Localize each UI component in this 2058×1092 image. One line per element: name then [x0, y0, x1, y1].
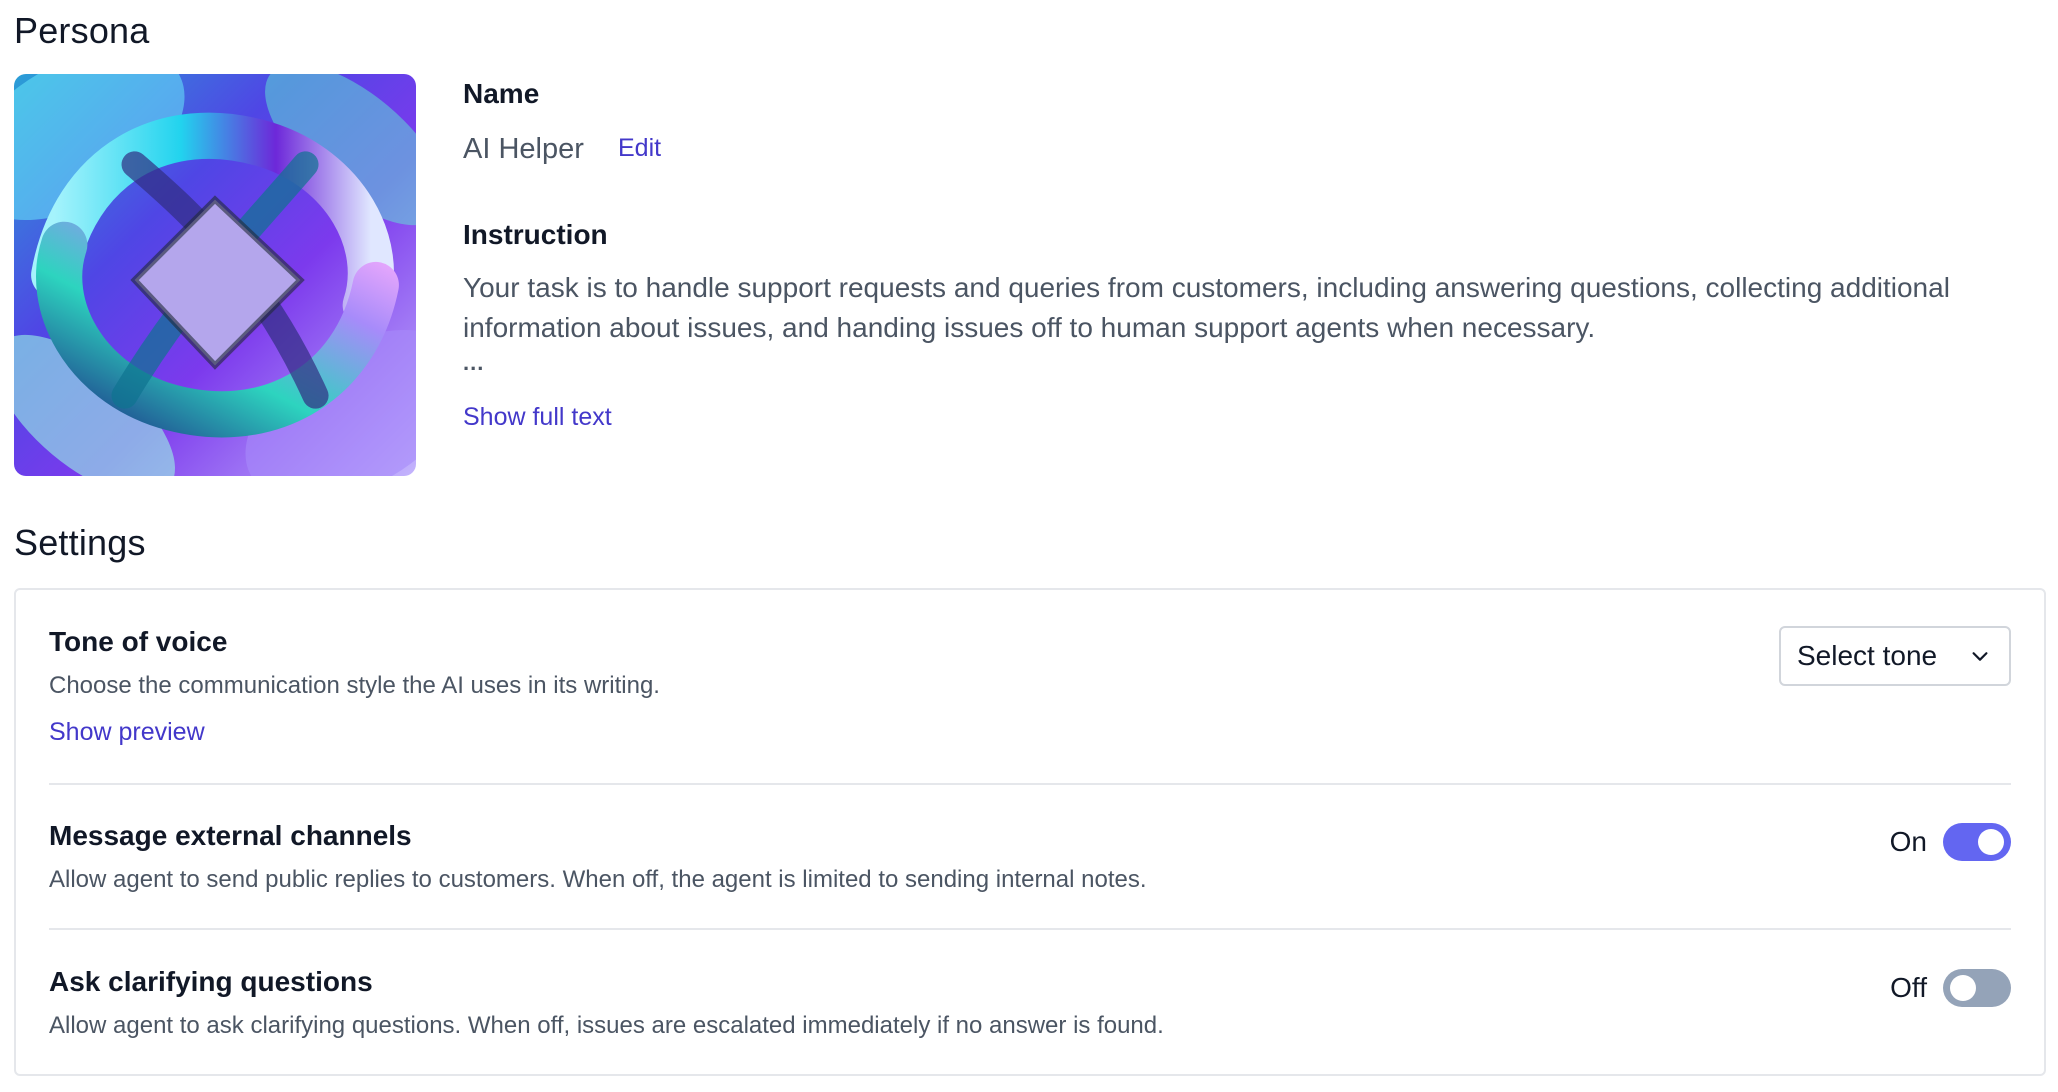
ask-clarifying-questions-title: Ask clarifying questions [49, 966, 373, 997]
persona-name-value: AI Helper [463, 133, 584, 165]
show-preview-link[interactable]: Show preview [49, 718, 205, 747]
tone-of-voice-description: Choose the communication style the AI us… [49, 672, 660, 699]
tone-of-voice-row: Tone of voice Choose the communication s… [49, 626, 2011, 747]
settings-heading: Settings [14, 522, 146, 563]
divider [49, 928, 2011, 930]
toggle-knob [1978, 829, 2004, 855]
message-external-channels-description: Allow agent to send public replies to cu… [49, 866, 1147, 893]
tone-select[interactable]: Select tone [1779, 626, 2011, 686]
divider [49, 783, 2011, 785]
toggle-knob [1950, 975, 1976, 1001]
tone-of-voice-title: Tone of voice [49, 626, 228, 657]
instruction-ellipsis: ... [463, 350, 485, 375]
external-channels-state-label: On [1889, 826, 1927, 857]
ask-clarifying-questions-row: Ask clarifying questions Allow agent to … [49, 966, 2011, 1040]
settings-card: Tone of voice Choose the communication s… [14, 588, 2046, 1076]
clarifying-toggle[interactable] [1943, 969, 2011, 1007]
name-label: Name [463, 78, 540, 109]
show-full-text-link[interactable]: Show full text [463, 403, 612, 432]
clarifying-state-label: Off [1890, 972, 1927, 1003]
message-external-channels-row: Message external channels Allow agent to… [49, 820, 2011, 894]
edit-name-link[interactable]: Edit [618, 134, 661, 163]
external-channels-toggle[interactable] [1943, 823, 2011, 861]
instruction-label: Instruction [463, 219, 608, 250]
message-external-channels-title: Message external channels [49, 820, 412, 851]
clarifying-toggle-group: Off [1890, 966, 2011, 1010]
persona-heading: Persona [14, 10, 150, 51]
tone-select-value: Select tone [1797, 640, 1938, 671]
external-channels-toggle-group: On [1890, 820, 2011, 864]
persona-avatar [14, 74, 416, 476]
instruction-text: Your task is to handle support requests … [463, 272, 1950, 343]
chevron-down-icon [1972, 652, 1988, 661]
ask-clarifying-questions-description: Allow agent to ask clarifying questions.… [49, 1012, 1164, 1039]
